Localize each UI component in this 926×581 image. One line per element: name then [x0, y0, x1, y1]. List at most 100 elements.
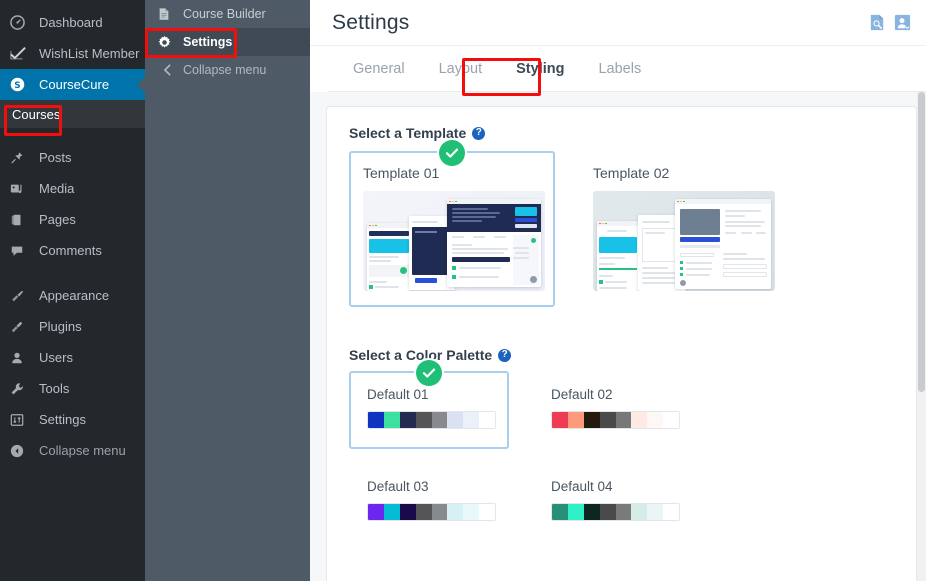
svg-text:S: S: [14, 81, 20, 91]
swatch-7: [463, 504, 480, 520]
palette-option-default-02[interactable]: Default 02: [533, 371, 693, 449]
swatch-6: [631, 504, 648, 520]
swatch-1: [552, 412, 568, 428]
swatch-7: [463, 412, 480, 428]
swatch-4: [415, 412, 432, 428]
plugin-menu-label: Course Builder: [183, 7, 266, 21]
plugin-menu-label: Collapse menu: [183, 63, 267, 77]
swatch-8: [479, 504, 495, 520]
scrollbar-thumb[interactable]: [918, 92, 925, 392]
menu-divider: [0, 266, 145, 280]
swatch-8: [663, 504, 679, 520]
sidebar-item-label: Posts: [39, 150, 72, 165]
section-title-text: Select a Color Palette: [349, 347, 493, 363]
tab-styling[interactable]: Styling: [499, 46, 581, 92]
sidebar-item-plugins[interactable]: Plugins: [0, 311, 145, 342]
tab-layout[interactable]: Layout: [422, 46, 500, 92]
palette-list: Default 01 Default 02 Default 03 Default…: [349, 360, 894, 541]
palette-option-default-04[interactable]: Default 04: [533, 463, 693, 541]
swatch-6: [631, 412, 648, 428]
swatch-8: [479, 412, 495, 428]
search-document-icon[interactable]: [868, 13, 887, 32]
coursecure-icon: S: [10, 77, 32, 92]
plugin-menu-label: Settings: [183, 35, 233, 49]
sidebar-item-wishlist-member[interactable]: WishList Member: [0, 38, 145, 69]
wp-admin-menu: Dashboard WishList Member S CourseCure C…: [0, 0, 145, 581]
template-list: Template 01 Template 02: [349, 140, 894, 307]
user-card-icon[interactable]: [893, 13, 912, 32]
sidebar-item-pages[interactable]: Pages: [0, 204, 145, 235]
sidebar-item-label: Collapse menu: [39, 443, 126, 458]
swatch-3: [583, 504, 600, 520]
palette-option-default-03[interactable]: Default 03: [349, 463, 509, 541]
help-icon[interactable]: ?: [472, 126, 486, 140]
sidebar-item-courses[interactable]: Courses: [0, 100, 145, 128]
sidebar-item-label: CourseCure: [39, 77, 110, 92]
sidebar-item-media[interactable]: Media: [0, 173, 145, 204]
swatch-5: [431, 412, 448, 428]
sidebar-item-label: Settings: [39, 412, 86, 427]
admin-screen: Dashboard WishList Member S CourseCure C…: [0, 0, 926, 581]
sidebar-item-collapse-menu[interactable]: Collapse menu: [0, 435, 145, 466]
swatch-1: [368, 412, 384, 428]
palette-option-default-01[interactable]: Default 01: [349, 360, 509, 449]
styling-panel: Select a Template ? Template 01 Template…: [310, 92, 926, 581]
menu-divider: [0, 128, 145, 142]
sidebar-item-coursecure[interactable]: S CourseCure: [0, 69, 145, 100]
plugin-menu-item-collapse-menu[interactable]: Collapse menu: [145, 56, 310, 84]
submenu-arrow-icon: [137, 76, 145, 93]
collapse-arrow-icon: [10, 444, 32, 458]
tab-labels[interactable]: Labels: [581, 46, 658, 92]
template-option-01[interactable]: Template 01: [349, 140, 555, 307]
swatch-2: [567, 412, 584, 428]
swatch-2: [383, 504, 400, 520]
section-title-text: Select a Template: [349, 125, 467, 141]
pages-icon: [10, 213, 32, 227]
plugin-menu-item-settings[interactable]: Settings: [145, 28, 310, 56]
selected-check-icon: [439, 140, 465, 166]
main-content: Settings General Layout Styling Labels S…: [310, 0, 926, 581]
sidebar-item-dashboard[interactable]: Dashboard: [0, 7, 145, 38]
sidebar-item-users[interactable]: Users: [0, 342, 145, 373]
settings-tabs: General Layout Styling Labels: [310, 46, 926, 92]
swatch-1: [552, 504, 568, 520]
sidebar-item-appearance[interactable]: Appearance: [0, 280, 145, 311]
palette-swatches: [551, 503, 680, 521]
page-header: Settings: [310, 0, 926, 46]
palette-label: Default 01: [367, 387, 429, 402]
vertical-scrollbar[interactable]: [917, 92, 926, 581]
swatch-2: [567, 504, 584, 520]
sidebar-item-label: Comments: [39, 243, 102, 258]
sidebar-item-label: Dashboard: [39, 15, 103, 30]
plugin-menu-item-course-builder[interactable]: Course Builder: [145, 0, 310, 28]
swatch-3: [583, 412, 600, 428]
sidebar-item-comments[interactable]: Comments: [0, 235, 145, 266]
sidebar-subitem-label: Courses: [12, 106, 61, 122]
sidebar-item-settings[interactable]: Settings: [0, 404, 145, 435]
pin-icon: [10, 151, 32, 165]
swatch-7: [647, 504, 664, 520]
swatch-4: [599, 504, 616, 520]
wrench-icon: [10, 382, 32, 396]
media-icon: [10, 182, 32, 196]
template-option-02[interactable]: Template 02: [579, 151, 785, 307]
swatch-5: [615, 504, 632, 520]
help-icon[interactable]: ?: [498, 348, 512, 362]
tab-general[interactable]: General: [336, 46, 422, 92]
sidebar-item-label: Tools: [39, 381, 70, 396]
swatch-4: [415, 504, 432, 520]
swatch-3: [399, 504, 416, 520]
wishlist-member-icon: [10, 46, 32, 61]
settings-sliders-icon: [10, 413, 32, 427]
document-icon: [157, 7, 177, 21]
select-template-heading: Select a Template ?: [349, 125, 894, 141]
palette-row-1: Default 01 Default 02: [349, 360, 894, 449]
sidebar-item-posts[interactable]: Posts: [0, 142, 145, 173]
palette-swatches: [367, 411, 496, 429]
swatch-1: [368, 504, 384, 520]
swatch-4: [599, 412, 616, 428]
plug-icon: [10, 320, 32, 334]
sidebar-item-tools[interactable]: Tools: [0, 373, 145, 404]
swatch-5: [615, 412, 632, 428]
user-icon: [10, 351, 32, 365]
